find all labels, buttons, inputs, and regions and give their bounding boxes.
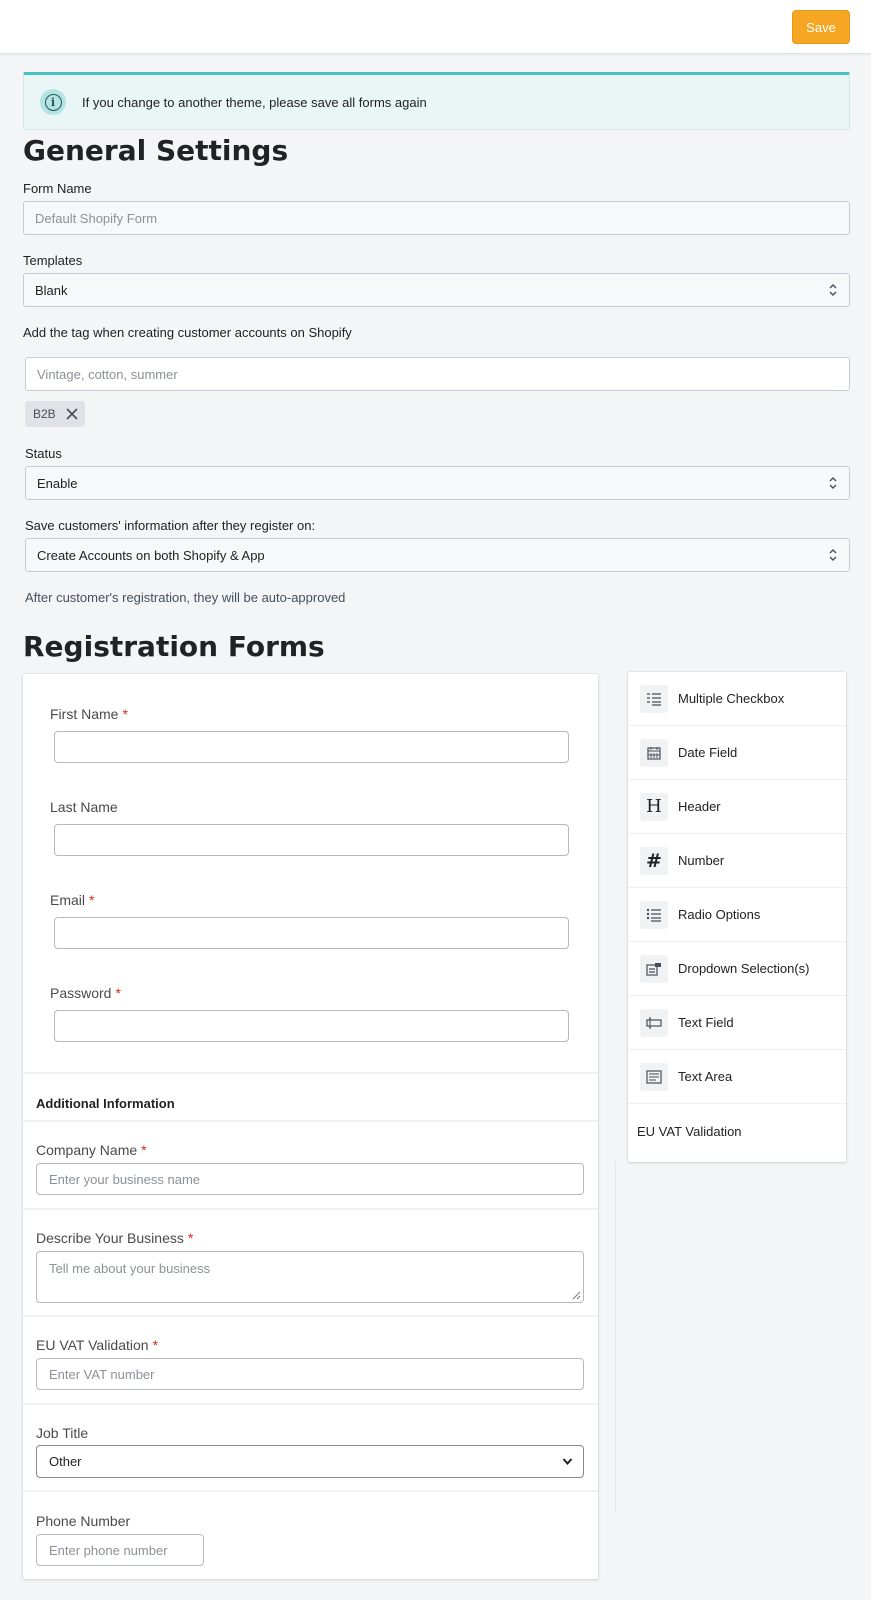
text-field-icon [640, 1008, 668, 1037]
divider [23, 1490, 598, 1492]
email-label: Email * [50, 892, 95, 908]
element-multiple-checkbox[interactable]: Multiple Checkbox [628, 672, 846, 726]
element-text-area[interactable]: Text Area [628, 1050, 846, 1104]
radio-list-icon [640, 900, 668, 929]
general-settings-title: General Settings [23, 134, 289, 167]
registration-forms-title: Registration Forms [23, 630, 325, 663]
checkbox-list-icon [640, 684, 668, 713]
password-label: Password * [50, 985, 121, 1001]
panel-divider [615, 1162, 616, 1512]
vat-input[interactable]: Enter VAT number [36, 1358, 584, 1390]
save-on-value: Create Accounts on both Shopify & App [37, 547, 265, 563]
save-on-select[interactable]: Create Accounts on both Shopify & App [25, 538, 850, 572]
last-name-label: Last Name [50, 799, 118, 815]
element-label: Number [678, 853, 725, 868]
element-dropdown-selection[interactable]: Dropdown Selection(s) [628, 942, 846, 996]
close-icon[interactable] [65, 407, 79, 421]
describe-business-placeholder: Tell me about your business [49, 1261, 211, 1276]
templates-value: Blank [35, 282, 68, 298]
form-name-input[interactable]: Default Shopify Form [23, 201, 850, 235]
vat-label: EU VAT Validation * [36, 1337, 159, 1353]
element-number[interactable]: # Number [628, 834, 846, 888]
text-area-icon [640, 1062, 668, 1091]
header-icon: H [640, 792, 668, 821]
element-text-field[interactable]: Text Field [628, 996, 846, 1050]
select-arrows-icon [829, 549, 837, 561]
resize-grip-icon[interactable] [572, 1291, 581, 1300]
form-name-label: Form Name [23, 181, 92, 196]
email-input[interactable] [54, 917, 569, 949]
element-header[interactable]: H Header [628, 780, 846, 834]
tag-chip: B2B [25, 401, 85, 427]
last-name-input[interactable] [54, 824, 569, 856]
element-label: Text Field [678, 1015, 734, 1030]
select-arrows-icon [829, 477, 837, 489]
templates-label: Templates [23, 253, 83, 268]
element-label: Date Field [678, 745, 738, 760]
element-eu-vat-validation[interactable]: EU VAT Validation [628, 1104, 846, 1158]
approval-note: After customer's registration, they will… [25, 590, 346, 605]
dropdown-icon [640, 954, 668, 983]
element-label: Text Area [678, 1069, 733, 1084]
form-elements-panel: Multiple Checkbox Date Field H Header # … [628, 672, 846, 1162]
hash-icon: # [640, 846, 668, 875]
status-select[interactable]: Enable [25, 466, 850, 500]
element-radio-options[interactable]: Radio Options [628, 888, 846, 942]
company-name-input[interactable]: Enter your business name [36, 1163, 584, 1195]
additional-info-title: Additional Information [36, 1096, 175, 1111]
divider [23, 1120, 598, 1122]
divider [23, 1315, 598, 1317]
chevron-down-icon [562, 1458, 573, 1466]
banner-text: If you change to another theme, please s… [82, 94, 427, 110]
describe-business-label: Describe Your Business * [36, 1230, 194, 1246]
element-label: Header [678, 799, 721, 814]
element-label: Dropdown Selection(s) [678, 961, 810, 976]
first-name-label: First Name * [50, 706, 128, 722]
company-name-label: Company Name * [36, 1142, 147, 1158]
save-on-label: Save customers' information after they r… [25, 518, 316, 533]
status-label: Status [25, 446, 62, 461]
phone-number-input[interactable]: Enter phone number [36, 1534, 204, 1566]
divider [23, 1072, 598, 1074]
registration-form-preview: First Name * Last Name Email * Password * A… [23, 674, 598, 1579]
divider [23, 1208, 598, 1210]
tag-label: Add the tag when creating customer accou… [23, 325, 352, 340]
status-value: Enable [37, 475, 78, 491]
save-button[interactable]: Save [792, 10, 850, 44]
describe-business-textarea[interactable]: Tell me about your business [36, 1251, 584, 1303]
info-banner: i If you change to another theme, please… [23, 72, 850, 130]
tag-chip-label: B2B [33, 407, 56, 421]
tag-input[interactable]: Vintage, cotton, summer [25, 357, 850, 391]
element-label: Radio Options [678, 907, 761, 922]
calendar-icon [640, 738, 668, 767]
first-name-input[interactable] [54, 731, 569, 763]
job-title-select[interactable]: Other [36, 1445, 584, 1478]
password-input[interactable] [54, 1010, 569, 1042]
top-bar: Save [0, 0, 871, 53]
element-label: EU VAT Validation [637, 1123, 742, 1139]
job-title-label: Job Title [36, 1425, 89, 1441]
element-label: Multiple Checkbox [678, 691, 785, 706]
element-date-field[interactable]: Date Field [628, 726, 846, 780]
job-title-value: Other [49, 1454, 82, 1469]
templates-select[interactable]: Blank [23, 273, 850, 307]
select-arrows-icon [829, 284, 837, 296]
info-icon: i [40, 89, 66, 115]
phone-number-label: Phone Number [36, 1513, 131, 1529]
divider [23, 1403, 598, 1405]
